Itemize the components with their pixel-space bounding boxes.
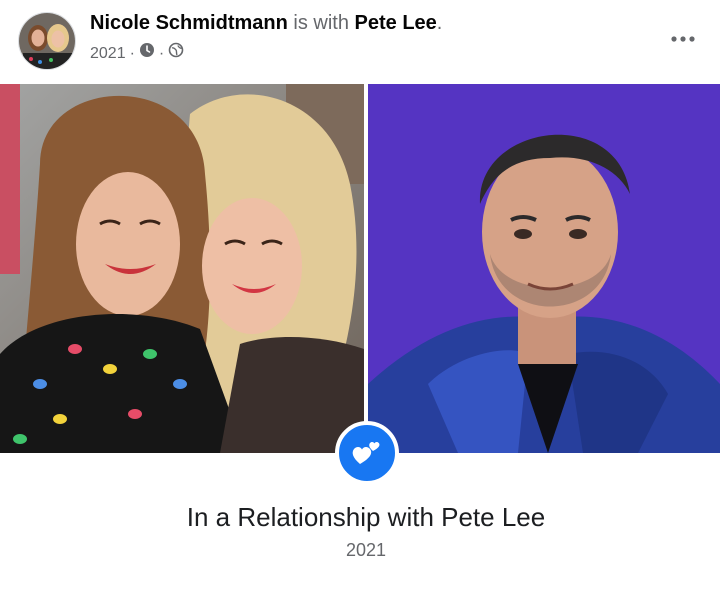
photo-couple-selfie[interactable] (0, 84, 364, 453)
more-options-icon[interactable] (668, 24, 698, 54)
post-date-link[interactable]: 2021 (90, 43, 126, 65)
meta-separator: · (129, 44, 135, 62)
life-event-year: 2021 (345, 540, 387, 560)
author-name-link[interactable]: Nicole Schmidtmann (90, 12, 288, 34)
post-author-line: Nicole Schmidtmann is with Pete Lee. (90, 10, 442, 36)
life-event-title: In a Relationship with Pete Lee (186, 502, 546, 532)
post-header: Nicole Schmidtmann is with Pete Lee. 202… (0, 0, 720, 84)
globe-icon[interactable] (168, 42, 184, 65)
author-avatar[interactable] (18, 12, 76, 70)
with-text: is with (293, 12, 349, 34)
hearts-icon (335, 421, 399, 485)
tagged-person-link[interactable]: Pete Lee (355, 12, 437, 34)
clock-icon[interactable] (139, 42, 155, 65)
sentence-period: . (436, 12, 443, 34)
post-meta: 2021 · · (90, 42, 184, 65)
meta-separator: · (158, 44, 165, 62)
photo-portrait[interactable] (368, 84, 720, 453)
